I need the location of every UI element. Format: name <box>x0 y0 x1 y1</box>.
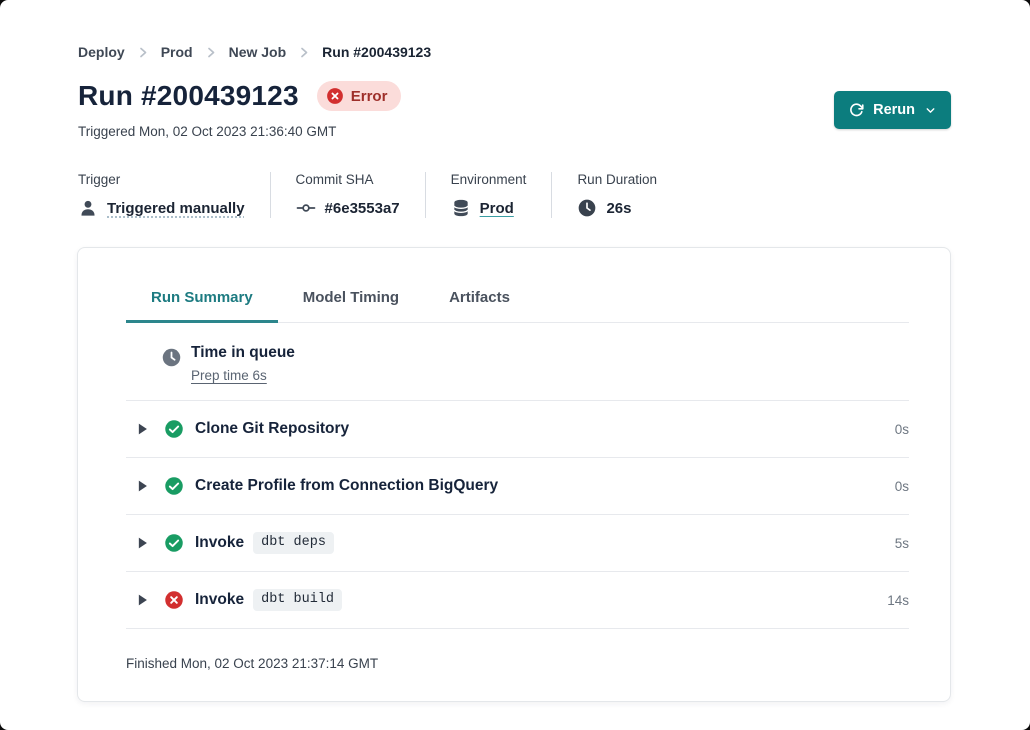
refresh-icon <box>849 103 864 118</box>
meta-trigger: Trigger Triggered manually <box>78 172 271 218</box>
meta-trigger-label: Trigger <box>78 172 245 187</box>
meta-commit-value: #6e3553a7 <box>325 200 400 217</box>
meta-environment: Environment Prod <box>451 172 553 218</box>
step-row-clone-git[interactable]: Clone Git Repository 0s <box>126 401 909 458</box>
tab-bar: Run Summary Model Timing Artifacts <box>126 248 909 323</box>
step-row-dbt-build[interactable]: Invoke dbt build 14s <box>126 572 909 629</box>
person-icon <box>78 198 98 218</box>
success-icon <box>164 533 184 553</box>
meta-environment-label: Environment <box>451 172 527 187</box>
status-badge: Error <box>317 81 402 111</box>
meta-duration-label: Run Duration <box>577 172 657 187</box>
step-label: Clone Git Repository <box>195 420 349 438</box>
rerun-button[interactable]: Rerun <box>834 91 951 129</box>
git-commit-icon <box>296 198 316 218</box>
command-chip: dbt build <box>253 589 342 611</box>
caret-right-icon[interactable] <box>137 593 148 607</box>
queue-title: Time in queue <box>191 344 295 362</box>
chevron-right-icon <box>206 47 216 58</box>
meta-commit-sha: Commit SHA #6e3553a7 <box>296 172 426 218</box>
success-icon <box>164 476 184 496</box>
meta-commit-label: Commit SHA <box>296 172 400 187</box>
step-row-create-profile[interactable]: Create Profile from Connection BigQuery … <box>126 458 909 515</box>
tab-artifacts[interactable]: Artifacts <box>424 289 535 323</box>
breadcrumb-item-deploy[interactable]: Deploy <box>78 44 125 60</box>
step-row-dbt-deps[interactable]: Invoke dbt deps 5s <box>126 515 909 572</box>
step-duration: 5s <box>895 536 909 551</box>
run-summary-card: Run Summary Model Timing Artifacts Time … <box>77 247 951 702</box>
step-label: Invoke <box>195 591 244 609</box>
caret-right-icon[interactable] <box>137 479 148 493</box>
caret-right-icon[interactable] <box>137 536 148 550</box>
queue-row: Time in queue Prep time 6s <box>126 323 909 401</box>
rerun-button-label: Rerun <box>873 102 915 118</box>
title-row: Run #200439123 Error <box>78 80 401 112</box>
step-label: Invoke <box>195 534 244 552</box>
chevron-right-icon <box>299 47 309 58</box>
page-title: Run #200439123 <box>78 80 299 112</box>
meta-run-duration: Run Duration 26s <box>577 172 682 218</box>
step-duration: 0s <box>895 479 909 494</box>
meta-trigger-value[interactable]: Triggered manually <box>107 200 245 217</box>
database-icon <box>451 198 471 218</box>
meta-environment-value[interactable]: Prod <box>480 200 514 217</box>
error-circle-icon <box>326 87 344 105</box>
breadcrumb: Deploy Prod New Job Run #200439123 <box>78 44 431 60</box>
tab-model-timing[interactable]: Model Timing <box>278 289 424 323</box>
finished-timestamp: Finished Mon, 02 Oct 2023 21:37:14 GMT <box>126 629 909 698</box>
prep-time-link[interactable]: Prep time 6s <box>191 368 267 383</box>
tab-run-summary[interactable]: Run Summary <box>126 289 278 323</box>
step-duration: 14s <box>887 593 909 608</box>
breadcrumb-item-prod[interactable]: Prod <box>161 44 193 60</box>
run-meta-bar: Trigger Triggered manually Commit SHA #6… <box>78 172 707 218</box>
status-badge-label: Error <box>351 88 388 105</box>
error-icon <box>164 590 184 610</box>
breadcrumb-item-run: Run #200439123 <box>322 44 431 60</box>
breadcrumb-item-new-job[interactable]: New Job <box>229 44 287 60</box>
chevron-down-icon <box>924 104 937 117</box>
triggered-timestamp: Triggered Mon, 02 Oct 2023 21:36:40 GMT <box>78 124 336 139</box>
step-duration: 0s <box>895 422 909 437</box>
step-label: Create Profile from Connection BigQuery <box>195 477 498 495</box>
success-icon <box>164 419 184 439</box>
clock-icon <box>577 198 597 218</box>
app-window: Deploy Prod New Job Run #200439123 Run #… <box>0 0 1030 730</box>
chevron-right-icon <box>138 47 148 58</box>
clock-icon <box>161 347 182 368</box>
caret-right-icon[interactable] <box>137 422 148 436</box>
command-chip: dbt deps <box>253 532 334 554</box>
meta-duration-value: 26s <box>606 200 631 217</box>
